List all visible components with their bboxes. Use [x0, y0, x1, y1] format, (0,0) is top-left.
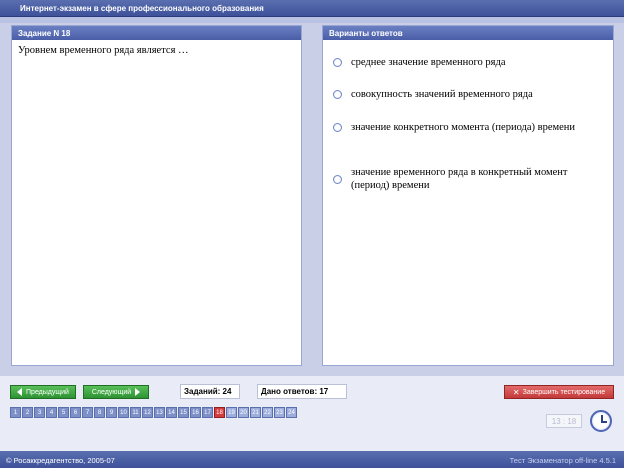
answer-label: совокупность значений временного ряда: [351, 89, 533, 100]
version-text: Тест Экзаменатор off-line 4.5.1: [509, 456, 616, 465]
task-nav-item-18[interactable]: 18: [214, 407, 225, 418]
task-nav-item-9[interactable]: 9: [106, 407, 117, 418]
task-nav-item-22[interactable]: 22: [262, 407, 273, 418]
arrow-right-icon: [135, 388, 141, 396]
task-nav-item-6[interactable]: 6: [70, 407, 81, 418]
radio-button[interactable]: [333, 174, 342, 184]
task-nav-item-21[interactable]: 21: [250, 407, 261, 418]
runner-icon: ✕: [512, 387, 520, 397]
task-nav-item-1[interactable]: 1: [10, 407, 21, 418]
radio-button[interactable]: [333, 90, 342, 99]
answer-option-1[interactable]: среднее значение временного ряда: [333, 56, 603, 69]
radio-button[interactable]: [333, 58, 342, 67]
question-text: Уровнем временного ряда является …: [18, 45, 189, 56]
task-nav-item-12[interactable]: 12: [142, 407, 153, 418]
task-nav-item-4[interactable]: 4: [46, 407, 57, 418]
question-panel: Задание N 18 Уровнем временного ряда явл…: [11, 25, 302, 366]
task-nav-item-10[interactable]: 10: [118, 407, 129, 418]
timer-display: 13 : 18: [546, 414, 582, 428]
task-nav-item-17[interactable]: 17: [202, 407, 213, 418]
task-nav-item-16[interactable]: 16: [190, 407, 201, 418]
question-header: Задание N 18: [12, 26, 301, 40]
answer-option-3[interactable]: значение конкретного момента (периода) в…: [333, 121, 603, 134]
previous-button[interactable]: Предыдущий: [10, 385, 76, 399]
task-nav-item-11[interactable]: 11: [130, 407, 141, 418]
task-navigation: 1 2 3 4 5 6 7 8 9 10 11 12 13 14 15 16 17 18 19 20 21 22 23 24: [10, 407, 298, 418]
task-nav-item-3[interactable]: 3: [34, 407, 45, 418]
answers-header: Варианты ответов: [323, 26, 613, 40]
answer-label: среднее значение временного ряда: [351, 57, 506, 68]
answer-label: значение конкретного момента (периода) в…: [351, 122, 576, 133]
next-label: Следующий: [91, 388, 132, 396]
app-title-bar: Интернет-экзамен в сфере профессионально…: [0, 0, 624, 17]
finish-label: Завершить тестирование: [522, 388, 606, 396]
task-nav-item-14[interactable]: 14: [166, 407, 177, 418]
next-button[interactable]: Следующий: [83, 385, 149, 399]
app-title: Интернет-экзамен в сфере профессионально…: [20, 4, 264, 13]
answer-option-4[interactable]: значение временного ряда в конкретный мо…: [333, 166, 603, 192]
radio-button[interactable]: [333, 123, 342, 132]
finish-test-button[interactable]: ✕ Завершить тестирование: [504, 385, 614, 399]
answers-given-count: Дано ответов: 17: [257, 384, 347, 399]
task-nav-item-13[interactable]: 13: [154, 407, 165, 418]
header-stripe: [0, 17, 624, 23]
task-nav-item-8[interactable]: 8: [94, 407, 105, 418]
task-nav-item-23[interactable]: 23: [274, 407, 285, 418]
previous-label: Предыдущий: [26, 388, 69, 396]
tasks-count: Заданий: 24: [180, 384, 240, 399]
task-nav-item-5[interactable]: 5: [58, 407, 69, 418]
status-bar: © Росаккредагентство, 2005-07 Тест Экзам…: [0, 451, 624, 468]
task-nav-item-7[interactable]: 7: [82, 407, 93, 418]
task-nav-item-19[interactable]: 19: [226, 407, 237, 418]
answer-label: значение временного ряда в конкретный мо…: [351, 167, 568, 191]
task-nav-item-2[interactable]: 2: [22, 407, 33, 418]
answer-option-2[interactable]: совокупность значений временного ряда: [333, 88, 603, 101]
copyright-text: © Росаккредагентство, 2005-07: [6, 456, 115, 465]
task-nav-item-24[interactable]: 24: [286, 407, 297, 418]
arrow-left-icon: [17, 388, 23, 396]
task-nav-item-20[interactable]: 20: [238, 407, 249, 418]
task-nav-item-15[interactable]: 15: [178, 407, 189, 418]
answers-panel: Варианты ответов среднее значение времен…: [322, 25, 614, 366]
clock-icon: [590, 410, 612, 432]
